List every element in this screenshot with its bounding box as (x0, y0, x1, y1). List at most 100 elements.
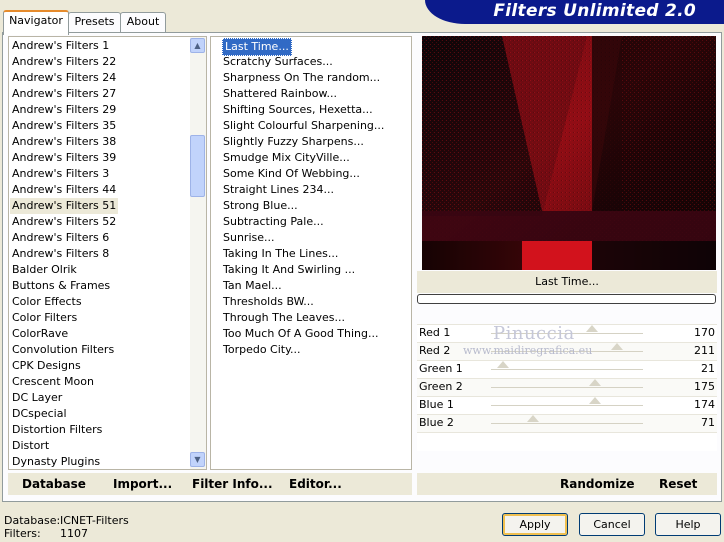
filter-item[interactable]: Sharpness On The random... (223, 70, 380, 86)
filter-item[interactable]: Shattered Rainbow... (223, 86, 337, 102)
title-banner: Filters Unlimited 2.0 (425, 0, 724, 24)
category-item[interactable]: Andrew's Filters 29 (12, 102, 116, 118)
tab-presets[interactable]: Presets (68, 12, 121, 33)
import-button[interactable]: Import... (113, 476, 172, 492)
watermark-name: Pinuccia (493, 323, 575, 344)
scroll-up-icon[interactable]: ▲ (190, 38, 205, 53)
filter-item[interactable]: Tan Mael... (223, 278, 282, 294)
preview-filter-name: Last Time... (417, 271, 717, 293)
category-item[interactable]: Andrew's Filters 51 (10, 198, 119, 214)
category-item[interactable]: Andrew's Filters 1 (12, 38, 109, 54)
slider-thumb-icon[interactable] (586, 325, 599, 332)
slider-value: 71 (701, 416, 715, 429)
scroll-thumb[interactable] (190, 135, 205, 197)
category-item[interactable]: Distortion Filters (12, 422, 102, 438)
category-item[interactable]: Dynasty Plugins (12, 454, 100, 469)
category-item[interactable]: Andrew's Filters 35 (12, 118, 116, 134)
filter-item[interactable]: Taking It And Swirling ... (223, 262, 355, 278)
category-item[interactable]: Andrew's Filters 27 (12, 86, 116, 102)
category-item[interactable]: Andrew's Filters 8 (12, 246, 109, 262)
category-item[interactable]: DC Layer (12, 390, 62, 406)
database-label: Database: (4, 514, 61, 527)
category-item[interactable]: Crescent Moon (12, 374, 94, 390)
slider-label: Green 1 (419, 362, 463, 375)
slider-thumb-icon[interactable] (610, 343, 623, 350)
filter-item[interactable]: Straight Lines 234... (223, 182, 334, 198)
filters-count-label: Filters: (4, 527, 41, 540)
category-item[interactable]: Andrew's Filters 6 (12, 230, 109, 246)
filter-item[interactable]: Sunrise... (223, 230, 275, 246)
watermark-url: www.maidiregrafica.eu (463, 344, 593, 357)
reset-button[interactable]: Reset (659, 476, 697, 492)
slider-row[interactable]: Blue 2 71 (417, 414, 717, 432)
filter-item[interactable]: Smudge Mix CityVille... (223, 150, 350, 166)
banner-title: Filters Unlimited 2.0 (493, 1, 696, 21)
category-list[interactable]: Andrew's Filters 1 Andrew's Filters 22 And… (9, 37, 189, 469)
category-item[interactable]: DCspecial (12, 406, 67, 422)
category-item[interactable]: Convolution Filters (12, 342, 114, 358)
category-item[interactable]: ColorRave (12, 326, 68, 342)
slider-thumb-icon[interactable] (588, 397, 601, 404)
filter-item[interactable]: Slightly Fuzzy Sharpens... (223, 134, 364, 150)
filter-listbox[interactable]: Last Time... Scratchy Surfaces... Sharpnes… (210, 36, 412, 470)
preview-graphic (422, 36, 716, 270)
filter-item[interactable]: Shifting Sources, Hexetta... (223, 102, 373, 118)
filter-item[interactable]: Slight Colourful Sharpening... (223, 118, 384, 134)
editor-button[interactable]: Editor... (289, 476, 342, 492)
slider-row[interactable]: Green 2 175 (417, 378, 717, 396)
database-button[interactable]: Database (22, 476, 86, 492)
slider-track[interactable] (491, 397, 643, 406)
category-item[interactable]: Andrew's Filters 22 (12, 54, 116, 70)
filter-item[interactable]: Subtracting Pale... (223, 214, 324, 230)
category-item[interactable]: Andrew's Filters 39 (12, 150, 116, 166)
slider-value: 211 (694, 344, 715, 357)
tab-about[interactable]: About (120, 12, 166, 33)
category-item[interactable]: Buttons & Frames (12, 278, 110, 294)
category-item[interactable]: Distort (12, 438, 49, 454)
randomize-button[interactable]: Randomize (560, 476, 634, 492)
category-listbox[interactable]: Andrew's Filters 1 Andrew's Filters 22 And… (8, 36, 207, 470)
category-item[interactable]: Andrew's Filters 38 (12, 134, 116, 150)
category-item[interactable]: Color Effects (12, 294, 82, 310)
category-item[interactable]: CPK Designs (12, 358, 81, 374)
apply-button[interactable]: Apply (502, 513, 568, 536)
help-button[interactable]: Help (655, 513, 721, 536)
filters-count-value: 1107 (60, 527, 88, 540)
slider-label: Blue 2 (419, 416, 454, 429)
tab-navigator[interactable]: Navigator (3, 10, 69, 35)
slider-value: 174 (694, 398, 715, 411)
slider-thumb-icon[interactable] (497, 361, 510, 368)
filter-item[interactable]: Strong Blue... (223, 198, 298, 214)
category-item[interactable]: Balder Olrik (12, 262, 77, 278)
filter-item[interactable]: Scratchy Surfaces... (223, 54, 333, 70)
category-item[interactable]: Andrew's Filters 52 (12, 214, 116, 230)
slider-label: Blue 1 (419, 398, 454, 411)
slider-thumb-icon[interactable] (527, 415, 540, 422)
slider-label: Red 1 (419, 326, 451, 339)
slider-track[interactable] (491, 361, 643, 370)
category-scrollbar[interactable]: ▲ ▼ (190, 37, 206, 469)
category-item[interactable]: Color Filters (12, 310, 77, 326)
category-item[interactable]: Andrew's Filters 24 (12, 70, 116, 86)
filter-item[interactable]: Too Much Of A Good Thing... (223, 326, 379, 342)
slider-track[interactable] (491, 379, 643, 388)
slider-value: 175 (694, 380, 715, 393)
scroll-down-icon[interactable]: ▼ (190, 452, 205, 467)
category-item[interactable]: Andrew's Filters 3 (12, 166, 109, 182)
cancel-button[interactable]: Cancel (579, 513, 645, 536)
slider-value: 170 (694, 326, 715, 339)
filter-info-button[interactable]: Filter Info... (192, 476, 273, 492)
filter-item[interactable]: Taking In The Lines... (223, 246, 338, 262)
filter-item[interactable]: Torpedo City... (223, 342, 301, 358)
filter-item[interactable]: Through The Leaves... (223, 310, 345, 326)
slider-track[interactable] (491, 415, 643, 424)
slider-thumb-icon[interactable] (589, 379, 602, 386)
preview-image (422, 36, 716, 270)
slider-row[interactable]: Blue 1 174 (417, 396, 717, 414)
category-item[interactable]: Andrew's Filters 44 (12, 182, 116, 198)
filter-item[interactable]: Some Kind Of Webbing... (223, 166, 360, 182)
filter-list[interactable]: Last Time... Scratchy Surfaces... Sharpnes… (221, 37, 411, 469)
filter-item[interactable]: Thresholds BW... (223, 294, 314, 310)
slider-empty-row (417, 432, 717, 451)
slider-row[interactable]: Green 1 21 (417, 360, 717, 378)
